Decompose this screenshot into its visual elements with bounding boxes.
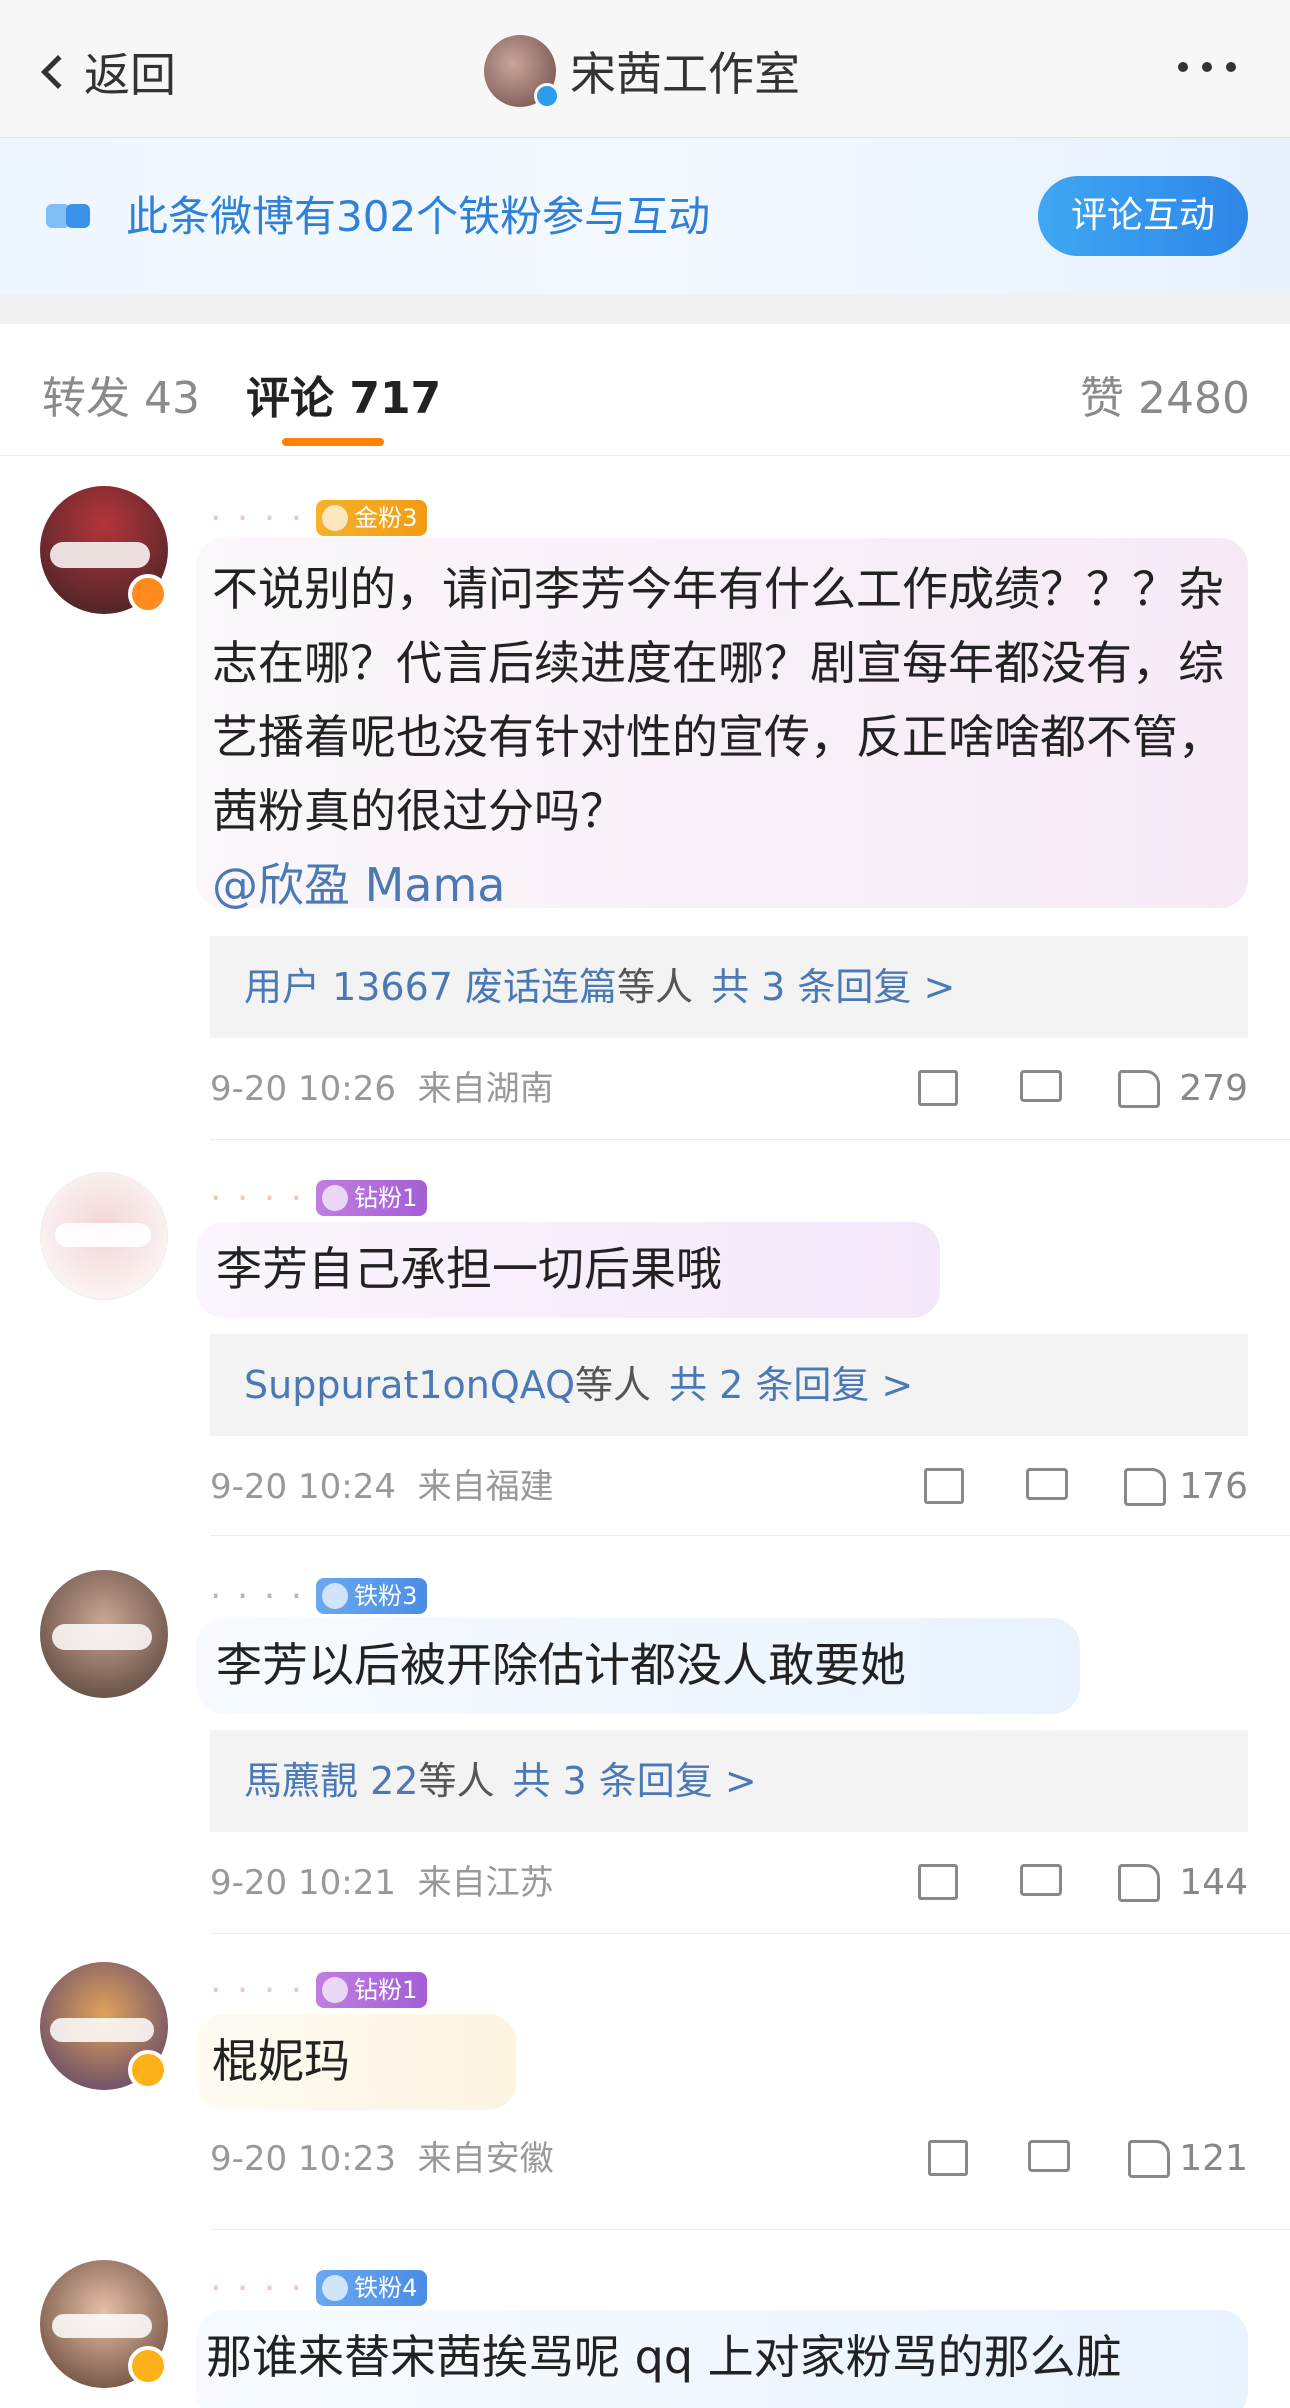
- comment-bubble: 李芳自己承担一切后果哦: [196, 1222, 940, 1318]
- comment-text: 不说别的，请问李芳今年有什么工作成绩？？？杂志在哪？代言后续进度在哪？剧宣每年都…: [212, 562, 1224, 838]
- top-bar: 返回 宋茜工作室: [0, 0, 1290, 138]
- comment-actions: 279: [908, 1064, 1248, 1114]
- chevron-left-icon: [41, 55, 75, 89]
- comment-item: · · · · 铁粉3 李芳以后被开除估计都没人敢要她 馬藨靚 22等人共 3 …: [0, 1536, 1290, 1934]
- username-redacted[interactable]: · · · ·: [210, 1576, 304, 1617]
- page: { "header": { "back_label": "返回", "title…: [0, 0, 1290, 2408]
- username-redacted[interactable]: · · · ·: [210, 1970, 304, 2011]
- account-avatar: [484, 35, 560, 109]
- username-redacted[interactable]: · · · ·: [210, 498, 304, 539]
- more-menu-icon[interactable]: [1178, 62, 1236, 72]
- comment-item: · · · · 金粉3 不说别的，请问李芳今年有什么工作成绩？？？杂志在哪？代言…: [0, 456, 1290, 1140]
- like-icon[interactable]: [1128, 2140, 1170, 2178]
- share-icon[interactable]: [918, 1070, 958, 1106]
- comment-item: · · · · 钻粉1 李芳自己承担一切后果哦 Suppurat1onQAQ等人…: [0, 1140, 1290, 1536]
- comment-item: · · · · 铁粉4 那谁来替宋茜挨骂呢 qq 上对家粉骂的那么脏: [0, 2230, 1290, 2408]
- verified-badge-icon: [534, 83, 560, 109]
- reply-icon[interactable]: [1020, 1070, 1062, 1102]
- comment-interaction-button[interactable]: 评论互动: [1038, 176, 1248, 256]
- account-title[interactable]: 宋茜工作室: [484, 34, 800, 109]
- verified-badge-icon: [128, 2346, 168, 2386]
- username-redacted[interactable]: · · · ·: [210, 2268, 304, 2309]
- tab-bar: 转发 43 评论 717 赞 2480: [0, 324, 1290, 456]
- fan-badge: 钻粉1: [316, 1180, 428, 1216]
- section-gap: [0, 294, 1290, 324]
- tab-likes[interactable]: 赞 2480: [1080, 362, 1250, 426]
- avatar[interactable]: [40, 1172, 168, 1300]
- comment-meta: 9-20 10:26 来自湖南: [210, 1069, 554, 1109]
- mention-link[interactable]: @欣盈 Mama: [212, 858, 506, 912]
- active-tab-indicator: [282, 438, 384, 446]
- comment-meta: 9-20 10:24 来自福建: [210, 1467, 554, 1507]
- comment-actions: 144: [908, 1858, 1248, 1908]
- reply-icon[interactable]: [1026, 1468, 1068, 1500]
- tab-repost[interactable]: 转发 43: [42, 362, 200, 426]
- comment-bubble: 不说别的，请问李芳今年有什么工作成绩？？？杂志在哪？代言后续进度在哪？剧宣每年都…: [196, 538, 1248, 912]
- verified-badge-icon: [128, 2050, 168, 2090]
- comment-text: 棍妮玛: [212, 2034, 350, 2088]
- like-count: 121: [1179, 2138, 1248, 2179]
- back-label: 返回: [84, 48, 176, 102]
- like-icon[interactable]: [1118, 1070, 1160, 1108]
- tab-comments[interactable]: 评论 717: [246, 362, 441, 426]
- verified-badge-icon: [128, 574, 168, 614]
- share-icon[interactable]: [924, 1468, 964, 1504]
- comment-actions: 121: [908, 2134, 1248, 2184]
- comment-text: 李芳以后被开除估计都没人敢要她: [216, 1638, 906, 1692]
- like-count: 279: [1179, 1068, 1248, 1109]
- username-redacted[interactable]: · · · ·: [210, 1178, 304, 1219]
- like-count: 144: [1179, 1862, 1248, 1903]
- replies-preview[interactable]: Suppurat1onQAQ等人共 2 条回复 >: [210, 1334, 1248, 1436]
- share-icon[interactable]: [928, 2140, 968, 2176]
- reply-count-link[interactable]: 共 3 条回复 >: [512, 1759, 756, 1803]
- fan-tag-icon: [46, 200, 104, 232]
- fan-badge: 铁粉3: [316, 1578, 428, 1614]
- reply-icon[interactable]: [1028, 2140, 1070, 2172]
- comment-meta: 9-20 10:21 来自江苏: [210, 1863, 554, 1903]
- reply-count-link[interactable]: 共 3 条回复 >: [711, 965, 955, 1009]
- fan-badge: 铁粉4: [316, 2270, 428, 2306]
- share-icon[interactable]: [918, 1864, 958, 1900]
- comment-item: · · · · 钻粉1 棍妮玛 9-20 10:23 来自安徽 121: [0, 1934, 1290, 2230]
- replies-preview[interactable]: 用户 13667 废话连篇等人共 3 条回复 >: [210, 936, 1248, 1038]
- like-count: 176: [1179, 1466, 1248, 1507]
- comment-text: 李芳自己承担一切后果哦: [216, 1242, 722, 1296]
- comment-actions: 176: [908, 1462, 1248, 1512]
- like-icon[interactable]: [1118, 1864, 1160, 1902]
- comment-meta: 9-20 10:23 来自安徽: [210, 2139, 554, 2179]
- back-button[interactable]: 返回: [34, 40, 176, 104]
- like-icon[interactable]: [1124, 1468, 1166, 1506]
- replies-preview[interactable]: 馬藨靚 22等人共 3 条回复 >: [210, 1730, 1248, 1832]
- reply-icon[interactable]: [1020, 1864, 1062, 1896]
- reply-count-link[interactable]: 共 2 条回复 >: [669, 1363, 913, 1407]
- comment-bubble: 那谁来替宋茜挨骂呢 qq 上对家粉骂的那么脏: [196, 2310, 1248, 2408]
- banner-text: 此条微博有302个铁粉参与互动: [126, 192, 711, 241]
- avatar[interactable]: [40, 1570, 168, 1698]
- fan-badge: 金粉3: [316, 500, 428, 536]
- comment-bubble: 棍妮玛: [196, 2014, 516, 2110]
- comment-text: 那谁来替宋茜挨骂呢 qq 上对家粉骂的那么脏: [206, 2330, 1122, 2384]
- fan-badge: 钻粉1: [316, 1972, 428, 2008]
- account-name: 宋茜工作室: [570, 47, 800, 101]
- comment-bubble: 李芳以后被开除估计都没人敢要她: [196, 1618, 1080, 1714]
